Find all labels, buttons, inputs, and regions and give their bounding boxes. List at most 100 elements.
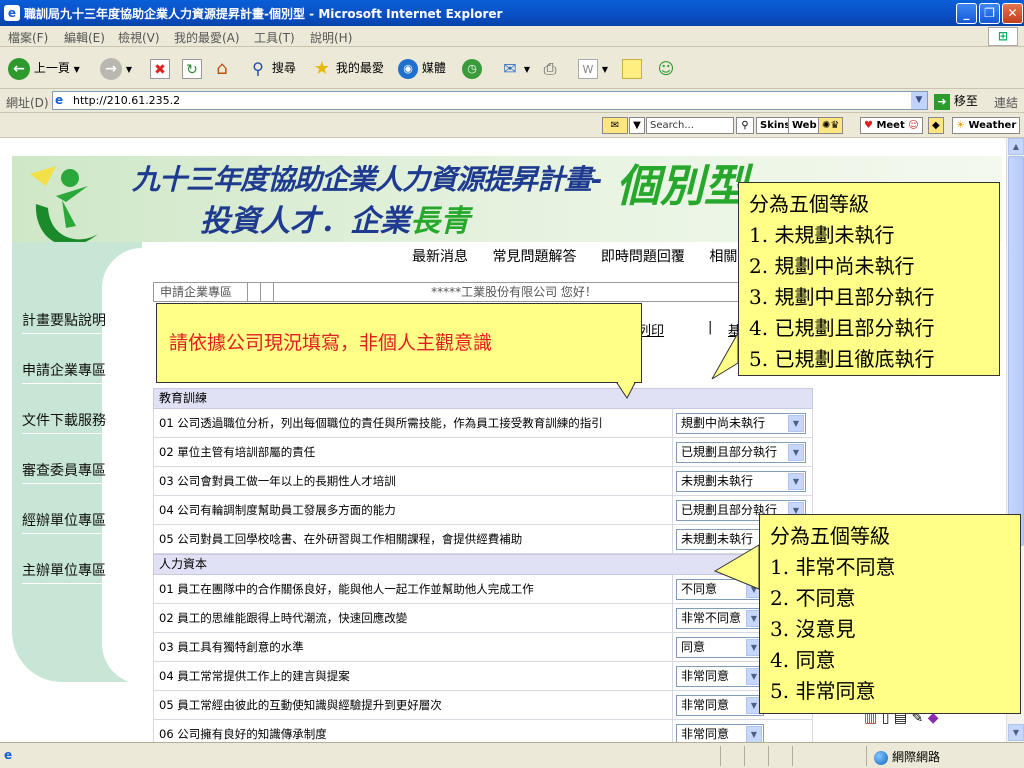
scale-line: 3. 沒意見 xyxy=(770,617,856,641)
address-input[interactable]: e http://210.61.235.2 ▼ xyxy=(52,91,928,110)
scroll-up-icon[interactable]: ▲ xyxy=(1008,138,1024,155)
table-row: 01 員工在團隊中的合作關係良好，能與他人一起工作並幫助他人完成工作 不同意 ▼ xyxy=(153,575,813,604)
toolbar-search-input[interactable]: Search... xyxy=(646,117,734,134)
top-nav: 最新消息 常見問題解答 即時問題回覆 相關 xyxy=(412,246,757,266)
table-row: 05 公司對員工回學校唸書、在外研習與工作相關課程，會提供經費補助 未規劃未執行… xyxy=(153,525,813,554)
mail-icon[interactable]: ✉ xyxy=(602,117,628,134)
question-text: 01 員工在團隊中的合作關係良好，能與他人一起工作並幫助他人完成工作 xyxy=(159,582,534,596)
sidebar-item-download[interactable]: 文件下載服務 xyxy=(22,410,127,434)
messenger-button[interactable]: ☺ xyxy=(656,56,676,80)
menu-tools[interactable]: 工具(T) xyxy=(254,29,295,46)
status-divider xyxy=(744,746,745,766)
search-icon[interactable]: ⚲ xyxy=(736,117,754,134)
instruction-callout: 請依據公司現況填寫，非個人主觀意識 xyxy=(156,303,642,399)
question-text: 04 公司有輪調制度幫助員工發展多方面的能力 xyxy=(159,503,396,517)
scroll-thumb[interactable] xyxy=(1008,156,1024,546)
edit-button[interactable]: W ▼ xyxy=(578,56,608,80)
menu-edit[interactable]: 編輯(E) xyxy=(64,29,105,46)
menu-favorites[interactable]: 我的最愛(A) xyxy=(174,29,240,46)
scale-callout-training: 分為五個等級 1. 未規劃未執行 2. 規劃中尚未執行 3. 規劃中且部分執行 … xyxy=(711,182,1000,380)
banner-slogan: 投資人才．企業長青 xyxy=(200,196,470,240)
menu-view[interactable]: 檢視(V) xyxy=(118,29,160,46)
meet-label: Meet xyxy=(876,120,905,131)
dropdown-icon[interactable]: ▼ xyxy=(629,117,645,134)
rating-select[interactable]: 非常同意 ▼ xyxy=(676,695,764,716)
table-row: 02 單位主管有培訓部屬的責任 已規劃且部分執行 ▼ xyxy=(153,438,813,467)
maximize-button[interactable]: ❐ xyxy=(979,3,1000,24)
question-text: 05 員工常經由彼此的互動使知識與經驗提升到更好層次 xyxy=(159,698,442,712)
rating-select[interactable]: 非常同意 ▼ xyxy=(676,724,764,742)
page-icon: e xyxy=(55,93,64,107)
sidebar-item-host[interactable]: 主辦單位專區 xyxy=(22,560,127,584)
table-row: 05 員工常經由彼此的互動使知識與經驗提升到更好層次 非常同意 ▼ xyxy=(153,691,813,720)
rating-select[interactable]: 規劃中尚未執行 ▼ xyxy=(676,413,806,434)
scale-line: 4. 已規劃且部分執行 xyxy=(749,316,935,340)
discuss-button[interactable] xyxy=(622,56,642,80)
rating-select[interactable]: 未規劃未執行 ▼ xyxy=(676,471,806,492)
mail-button[interactable]: ✉ ▼ xyxy=(500,56,530,80)
nav-related[interactable]: 相關 xyxy=(709,249,737,265)
question-text: 06 公司擁有良好的知識傳承制度 xyxy=(159,727,327,741)
close-button[interactable]: ✕ xyxy=(1002,3,1023,24)
go-arrow-icon: ➜ xyxy=(934,94,950,110)
sidebar-item-review[interactable]: 審查委員專區 xyxy=(22,460,127,484)
scale-callout-capital: 分為五個等級 1. 非常不同意 2. 不同意 3. 沒意見 4. 同意 5. 非… xyxy=(713,514,1021,714)
rating-select[interactable]: 已規劃且部分執行 ▼ xyxy=(676,442,806,463)
media-button[interactable]: ◉ 媒體 xyxy=(398,56,446,80)
sidebar-item-agency[interactable]: 經辦單位專區 xyxy=(22,510,127,534)
sidebar-item-apply[interactable]: 申請企業專區 xyxy=(22,360,127,384)
selected-value: 同意 xyxy=(681,640,706,654)
forward-button[interactable]: → ▼ xyxy=(100,56,132,80)
scale-line: 4. 同意 xyxy=(770,648,836,672)
chevron-down-icon: ▼ xyxy=(788,473,804,490)
banner-title: 九十三年度協助企業人力資源提昇計畫- xyxy=(132,163,603,196)
web-button[interactable]: Web xyxy=(788,117,821,134)
table-row: 06 公司擁有良好的知識傳承制度 非常同意 ▼ xyxy=(153,720,813,742)
strip-divider xyxy=(261,283,274,301)
favorites-button[interactable]: ★ 我的最愛 xyxy=(312,56,384,80)
stop-button[interactable]: ✖ xyxy=(150,56,170,80)
address-label: 網址(D) xyxy=(6,96,49,110)
table-row: 03 公司會對員工做一年以上的長期性人才培訓 未規劃未執行 ▼ xyxy=(153,467,813,496)
link-separator: | xyxy=(708,320,713,335)
nav-reply[interactable]: 即時問題回覆 xyxy=(601,249,685,265)
company-greeting: *****工業股份有限公司 您好！ xyxy=(431,285,597,299)
status-divider xyxy=(792,746,793,766)
rating-select[interactable]: 同意 ▼ xyxy=(676,637,764,658)
home-button[interactable]: ⌂ xyxy=(212,56,232,80)
print-button[interactable]: ⎙ xyxy=(540,56,560,80)
weather-button[interactable]: ☀ Weather xyxy=(952,117,1021,134)
rating-select[interactable]: 非常同意 ▼ xyxy=(676,666,764,687)
chat-icon[interactable]: ✺♛ xyxy=(818,117,844,134)
minimize-button[interactable]: _ xyxy=(956,3,977,24)
scroll-down-icon[interactable]: ▼ xyxy=(1008,724,1024,741)
scale-line: 分為五個等級 xyxy=(749,192,869,216)
sidebar-item-plan[interactable]: 計畫要點說明 xyxy=(22,310,127,334)
status-divider xyxy=(768,746,769,766)
question-text: 03 員工具有獨特創意的水準 xyxy=(159,640,304,654)
search-button[interactable]: ⚲ 搜尋 xyxy=(248,56,296,80)
selected-value: 非常同意 xyxy=(681,698,730,712)
go-button[interactable]: ➜ 移至 xyxy=(934,92,978,110)
menu-file[interactable]: 檔案(F) xyxy=(8,29,48,46)
table-row: 01 公司透過職位分析，列出每個職位的責任與所需技能，作為員工接受教育訓練的指引… xyxy=(153,409,813,438)
section-header: 教育訓練 xyxy=(153,388,813,409)
selected-value: 非常同意 xyxy=(681,727,730,741)
history-button[interactable]: ◷ xyxy=(462,56,482,80)
history-icon: ◷ xyxy=(462,58,482,79)
scale-line: 3. 規劃中且部分執行 xyxy=(749,285,935,309)
diamond-icon[interactable]: ◆ xyxy=(928,117,944,134)
banner-type: 個別型 xyxy=(616,161,748,212)
meet-button[interactable]: ♥ Meet ☺ xyxy=(860,117,923,134)
address-dropdown-icon[interactable]: ▼ xyxy=(911,92,927,109)
scale-line: 1. 非常不同意 xyxy=(770,555,896,579)
windows-logo-icon: ⊞ xyxy=(988,27,1018,46)
nav-faq[interactable]: 常見問題解答 xyxy=(492,249,576,265)
refresh-button[interactable]: ↻ xyxy=(182,56,202,80)
links-button[interactable]: 連結 xyxy=(994,94,1018,111)
rating-select[interactable]: 非常不同意 ▼ xyxy=(676,608,764,629)
nav-news[interactable]: 最新消息 xyxy=(412,249,468,265)
back-button[interactable]: ← 上一頁 ▼ xyxy=(8,56,80,80)
area-label: 申請企業專區 xyxy=(154,283,248,301)
menu-help[interactable]: 說明(H) xyxy=(310,29,352,46)
